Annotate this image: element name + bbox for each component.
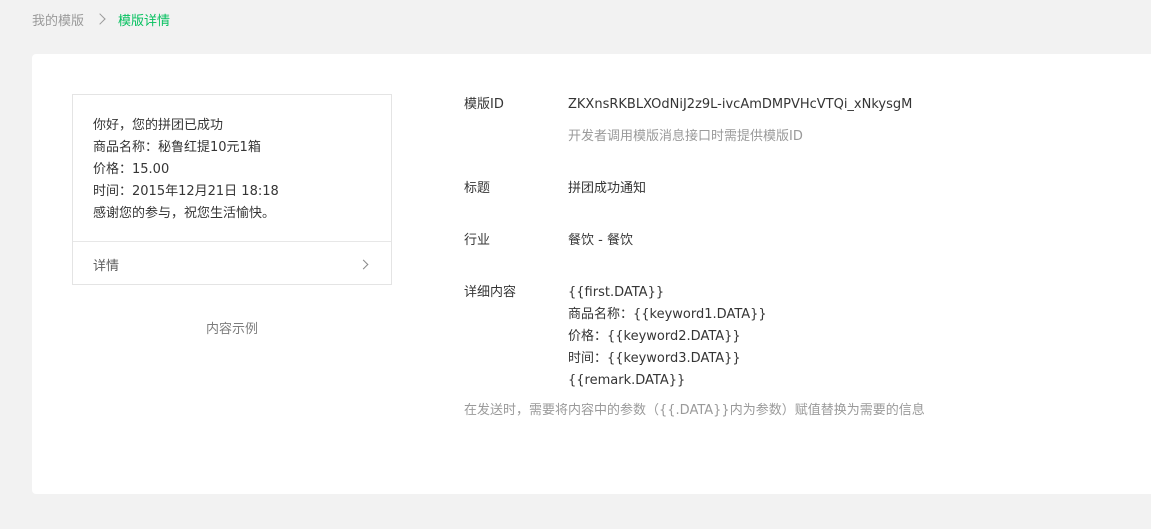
content-hint: 在发送时，需要将内容中的参数（{{.DATA}}内为参数）赋值替换为需要的信息 — [464, 403, 925, 418]
title-label: 标题 — [464, 181, 491, 196]
preview-line-remark: 感谢您的参与，祝您生活愉快。 — [93, 206, 276, 221]
template-id-label: 模版ID — [464, 97, 504, 112]
template-info: 模版ID ZKXnsRKBLXOdNiJ2z9L-ivcAmDMPVHcVTQi… — [464, 94, 1144, 422]
content-label: 详细内容 — [464, 285, 517, 300]
content-row: 详细内容 {{first.DATA}} 商品名称：{{keyword1.DATA… — [464, 282, 1144, 392]
breadcrumb-current: 模版详情 — [118, 13, 171, 29]
chevron-right-icon — [94, 13, 106, 25]
content-line-keyword1: 商品名称：{{keyword1.DATA}} — [568, 307, 767, 322]
content-value: {{first.DATA}} 商品名称：{{keyword1.DATA}} 价格… — [568, 282, 767, 392]
message-preview: 你好，您的拼团已成功 商品名称：秘鲁红提10元1箱 价格：15.00 时间：20… — [72, 94, 392, 285]
preview-caption: 内容示例 — [205, 322, 258, 337]
breadcrumb: 我的模版 模版详情 — [32, 9, 170, 29]
title-value: 拼团成功通知 — [568, 181, 647, 196]
chevron-right-icon — [358, 259, 369, 269]
preview-detail-link[interactable]: 详情 — [73, 242, 391, 286]
template-id-value[interactable]: ZKXnsRKBLXOdNiJ2z9L-ivcAmDMPVHcVTQi_xNky… — [568, 94, 912, 116]
preview-line-time: 时间：2015年12月21日 18:18 — [93, 184, 279, 199]
template-id-hint: 开发者调用模版消息接口时需提供模版ID — [568, 129, 803, 144]
industry-value: 餐饮 - 餐饮 — [568, 233, 633, 248]
content-line-first: {{first.DATA}} — [568, 285, 665, 300]
content-line-keyword3: 时间：{{keyword3.DATA}} — [568, 351, 741, 366]
preview-line-product: 商品名称：秘鲁红提10元1箱 — [93, 140, 261, 155]
preview-line-price: 价格：15.00 — [93, 162, 170, 177]
industry-row: 行业 餐饮 - 餐饮 — [464, 230, 1144, 252]
template-detail-card: 你好，您的拼团已成功 商品名称：秘鲁红提10元1箱 价格：15.00 时间：20… — [32, 54, 1151, 494]
preview-detail-label: 详情 — [93, 258, 120, 274]
breadcrumb-my-templates-link[interactable]: 我的模版 — [32, 10, 84, 29]
content-line-remark: {{remark.DATA}} — [568, 373, 686, 388]
content-line-keyword2: 价格：{{keyword2.DATA}} — [568, 329, 741, 344]
template-id-row: 模版ID ZKXnsRKBLXOdNiJ2z9L-ivcAmDMPVHcVTQi… — [464, 94, 1144, 116]
preview-line-greeting: 你好，您的拼团已成功 — [93, 118, 224, 133]
industry-label: 行业 — [464, 233, 491, 248]
preview-body: 你好，您的拼团已成功 商品名称：秘鲁红提10元1箱 价格：15.00 时间：20… — [73, 95, 391, 242]
title-row: 标题 拼团成功通知 — [464, 178, 1144, 200]
